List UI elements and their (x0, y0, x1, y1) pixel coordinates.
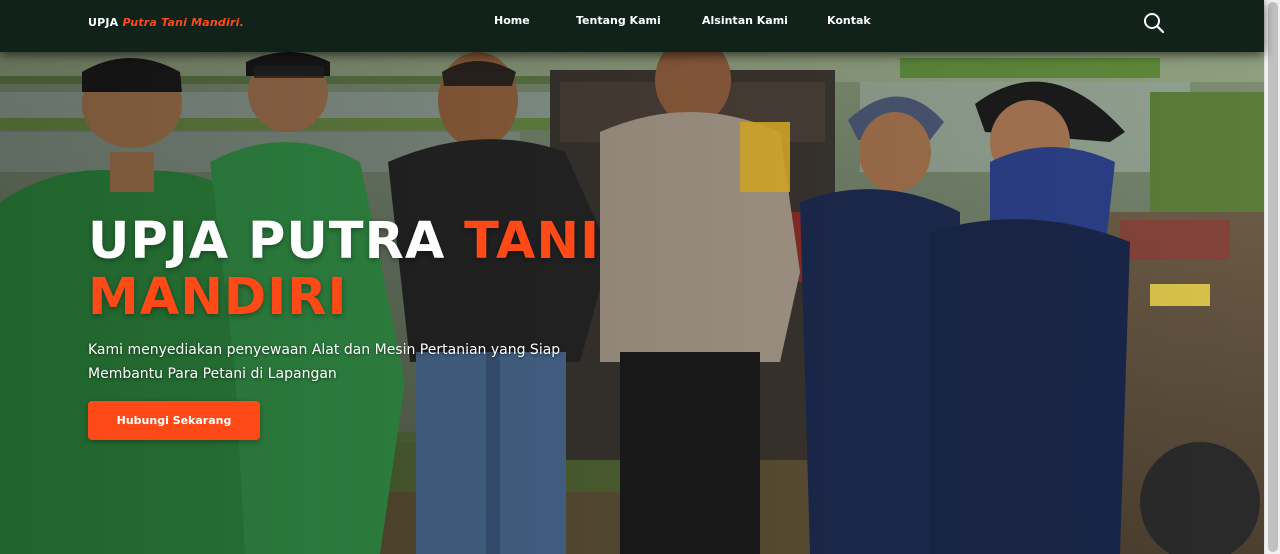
nav-kontak[interactable]: Kontak (827, 14, 871, 27)
scrollbar-thumb[interactable] (1268, 2, 1278, 552)
hero-subtitle: Kami menyediakan penyewaan Alat dan Mesi… (88, 342, 561, 382)
hero-title-white: UPJA PUTRA (88, 212, 446, 271)
hero-title-accent-tani: TANI (464, 212, 601, 271)
navbar: UPJA Putra Tani Mandiri. Home Tentang Ka… (0, 0, 1264, 52)
hero-section: UPJA PUTRA TANI MANDIRI Kami menyediakan… (0, 52, 1264, 554)
nav-home[interactable]: Home (494, 14, 530, 27)
hero-title-accent-mandiri: MANDIRI (88, 268, 348, 327)
hero-title: UPJA PUTRA TANI MANDIRI (88, 214, 648, 326)
main-nav: Home Tentang Kami Alsintan Kami Kontak (0, 14, 1264, 28)
hubungi-sekarang-button[interactable]: Hubungi Sekarang (88, 401, 260, 440)
search-icon[interactable] (1143, 12, 1165, 34)
nav-alsintan-kami[interactable]: Alsintan Kami (702, 14, 788, 27)
nav-tentang-kami[interactable]: Tentang Kami (576, 14, 661, 27)
page-scrollbar[interactable] (1264, 0, 1280, 554)
